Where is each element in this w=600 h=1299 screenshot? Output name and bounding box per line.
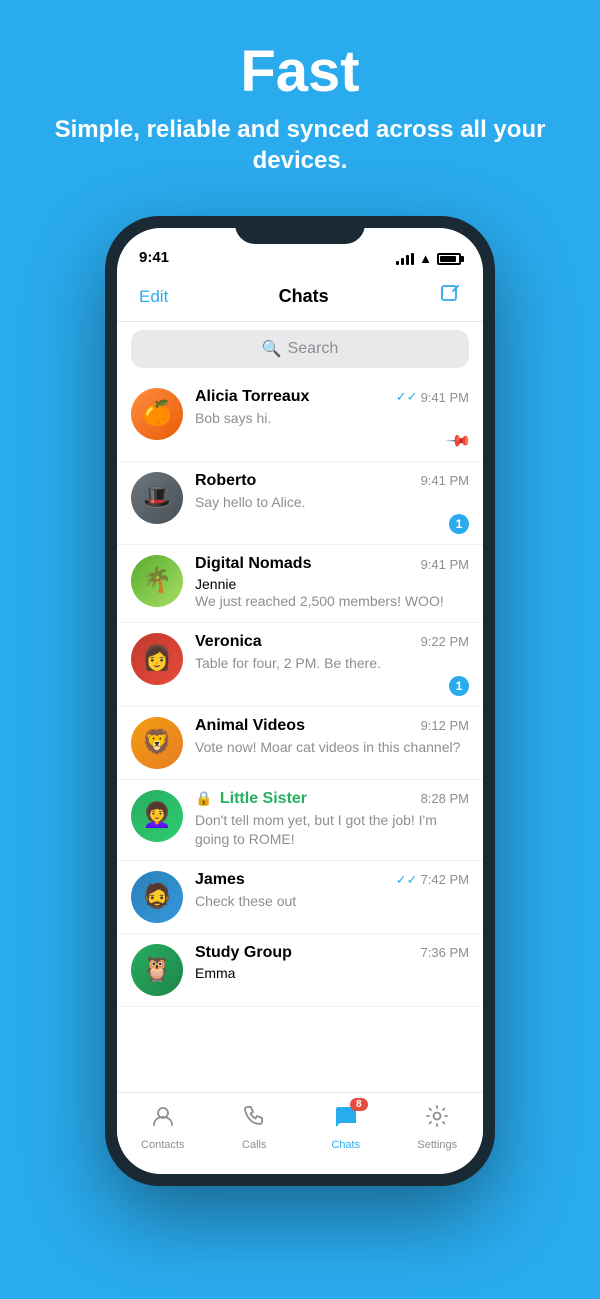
- chat-preview-james: Check these out: [195, 892, 469, 912]
- tab-label-chats: Chats: [331, 1139, 360, 1151]
- phone-screen: 9:41 ▲ Edit Chats: [117, 228, 483, 1174]
- chat-time-james: ✓✓ 7:42 PM: [396, 872, 469, 888]
- tab-contacts[interactable]: Contacts: [133, 1103, 193, 1151]
- phone-notch: [235, 216, 365, 244]
- tab-bar: Contacts Calls: [117, 1092, 483, 1174]
- contacts-icon: [150, 1103, 176, 1136]
- nav-title: Chats: [279, 286, 329, 307]
- tab-settings[interactable]: Settings: [407, 1103, 467, 1151]
- avatar-roberto: 🎩: [131, 472, 183, 524]
- chat-name-james: James: [195, 871, 245, 889]
- wifi-icon: ▲: [419, 251, 432, 266]
- chat-name-nomads: Digital Nomads: [195, 555, 311, 573]
- settings-icon: [424, 1103, 450, 1136]
- chat-name-roberto: Roberto: [195, 472, 256, 490]
- chat-content-study: Study Group 7:36 PM Emma: [195, 944, 469, 981]
- chat-name-animal: Animal Videos: [195, 717, 305, 735]
- status-time: 9:41: [139, 249, 169, 266]
- chat-item-alicia[interactable]: 🍊 Alicia Torreaux ✓✓ 9:41 PM Bob says hi…: [117, 378, 483, 462]
- chat-content-alicia: Alicia Torreaux ✓✓ 9:41 PM Bob says hi. …: [195, 388, 469, 451]
- chat-sender-study: Emma: [195, 965, 469, 981]
- chat-name-alicia: Alicia Torreaux: [195, 388, 309, 406]
- avatar-veronica: 👩: [131, 633, 183, 685]
- chat-item-veronica[interactable]: 👩 Veronica 9:22 PM Table for four, 2 PM.…: [117, 623, 483, 707]
- chat-time-veronica: 9:22 PM: [421, 634, 469, 649]
- avatar-nomads: 🌴: [131, 555, 183, 607]
- chat-list: 🍊 Alicia Torreaux ✓✓ 9:41 PM Bob says hi…: [117, 378, 483, 1092]
- status-icons: ▲: [396, 251, 461, 266]
- tab-label-calls: Calls: [242, 1139, 266, 1151]
- tab-chats[interactable]: 8 Chats: [316, 1103, 376, 1151]
- chat-content-veronica: Veronica 9:22 PM Table for four, 2 PM. B…: [195, 633, 469, 696]
- chat-preview-animal: Vote now! Moar cat videos in this channe…: [195, 738, 469, 758]
- search-container: 🔍 Search: [117, 322, 483, 378]
- chat-time-sister: 8:28 PM: [421, 791, 469, 806]
- chat-item-roberto[interactable]: 🎩 Roberto 9:41 PM Say hello to Alice. 1: [117, 462, 483, 546]
- chat-name-veronica: Veronica: [195, 633, 262, 651]
- chat-time-roberto: 9:41 PM: [421, 473, 469, 488]
- chat-item-james[interactable]: 🧔 James ✓✓ 7:42 PM Check these out: [117, 861, 483, 934]
- chat-badge: 8: [350, 1098, 368, 1111]
- chat-preview-sister: Don't tell mom yet, but I got the job! I…: [195, 811, 469, 850]
- avatar-study: 🦉: [131, 944, 183, 996]
- search-bar[interactable]: 🔍 Search: [131, 330, 469, 368]
- read-check-james: ✓✓: [396, 872, 418, 888]
- chat-time-nomads: 9:41 PM: [421, 557, 469, 572]
- chat-name-sister: 🔒 Little Sister: [195, 790, 307, 808]
- search-placeholder: Search: [288, 340, 339, 358]
- chat-content-animal: Animal Videos 9:12 PM Vote now! Moar cat…: [195, 717, 469, 758]
- chat-preview-nomads: We just reached 2,500 members! WOO!: [195, 592, 469, 612]
- tab-label-contacts: Contacts: [141, 1139, 184, 1151]
- chat-time-study: 7:36 PM: [421, 945, 469, 960]
- lock-icon: 🔒: [195, 790, 212, 806]
- hero-subtitle: Simple, reliable and synced across all y…: [20, 114, 580, 176]
- chat-time-alicia: ✓✓ 9:41 PM: [396, 389, 469, 405]
- chat-item-sister[interactable]: 👩‍🦱 🔒 Little Sister 8:28 PM Don't tell m…: [117, 780, 483, 861]
- chat-preview-roberto: Say hello to Alice.: [195, 493, 469, 513]
- edit-button[interactable]: Edit: [139, 287, 168, 307]
- chat-time-animal: 9:12 PM: [421, 718, 469, 733]
- compose-button[interactable]: [439, 283, 461, 311]
- read-check-alicia: ✓✓: [396, 389, 418, 405]
- hero-section: Fast Simple, reliable and synced across …: [0, 0, 600, 196]
- chat-name-study: Study Group: [195, 944, 292, 962]
- chat-content-james: James ✓✓ 7:42 PM Check these out: [195, 871, 469, 912]
- tab-calls[interactable]: Calls: [224, 1103, 284, 1151]
- chat-content-roberto: Roberto 9:41 PM Say hello to Alice. 1: [195, 472, 469, 535]
- signal-icon: [396, 253, 414, 265]
- chat-item-study[interactable]: 🦉 Study Group 7:36 PM Emma: [117, 934, 483, 1007]
- chat-item-animal[interactable]: 🦁 Animal Videos 9:12 PM Vote now! Moar c…: [117, 707, 483, 780]
- pin-icon-alicia: 📌: [445, 427, 473, 455]
- avatar-james: 🧔: [131, 871, 183, 923]
- chat-preview-veronica: Table for four, 2 PM. Be there.: [195, 654, 469, 674]
- nav-bar: Edit Chats: [117, 272, 483, 322]
- chats-icon: 8: [332, 1103, 360, 1136]
- battery-icon: [437, 253, 461, 265]
- calls-icon: [241, 1103, 267, 1136]
- chat-content-sister: 🔒 Little Sister 8:28 PM Don't tell mom y…: [195, 790, 469, 850]
- chat-content-nomads: Digital Nomads 9:41 PM Jennie We just re…: [195, 555, 469, 612]
- avatar-sister: 👩‍🦱: [131, 790, 183, 842]
- search-icon: 🔍: [262, 339, 282, 359]
- phone-wrapper: 9:41 ▲ Edit Chats: [0, 216, 600, 1186]
- chat-item-nomads[interactable]: 🌴 Digital Nomads 9:41 PM Jennie We just …: [117, 545, 483, 623]
- hero-title: Fast: [20, 40, 580, 104]
- unread-badge-roberto: 1: [449, 514, 469, 534]
- unread-badge-veronica: 1: [449, 676, 469, 696]
- chat-sender-nomads: Jennie: [195, 576, 469, 592]
- avatar-animal: 🦁: [131, 717, 183, 769]
- tab-label-settings: Settings: [417, 1139, 457, 1151]
- avatar-alicia: 🍊: [131, 388, 183, 440]
- phone-frame: 9:41 ▲ Edit Chats: [105, 216, 495, 1186]
- chat-preview-alicia: Bob says hi.: [195, 409, 469, 429]
